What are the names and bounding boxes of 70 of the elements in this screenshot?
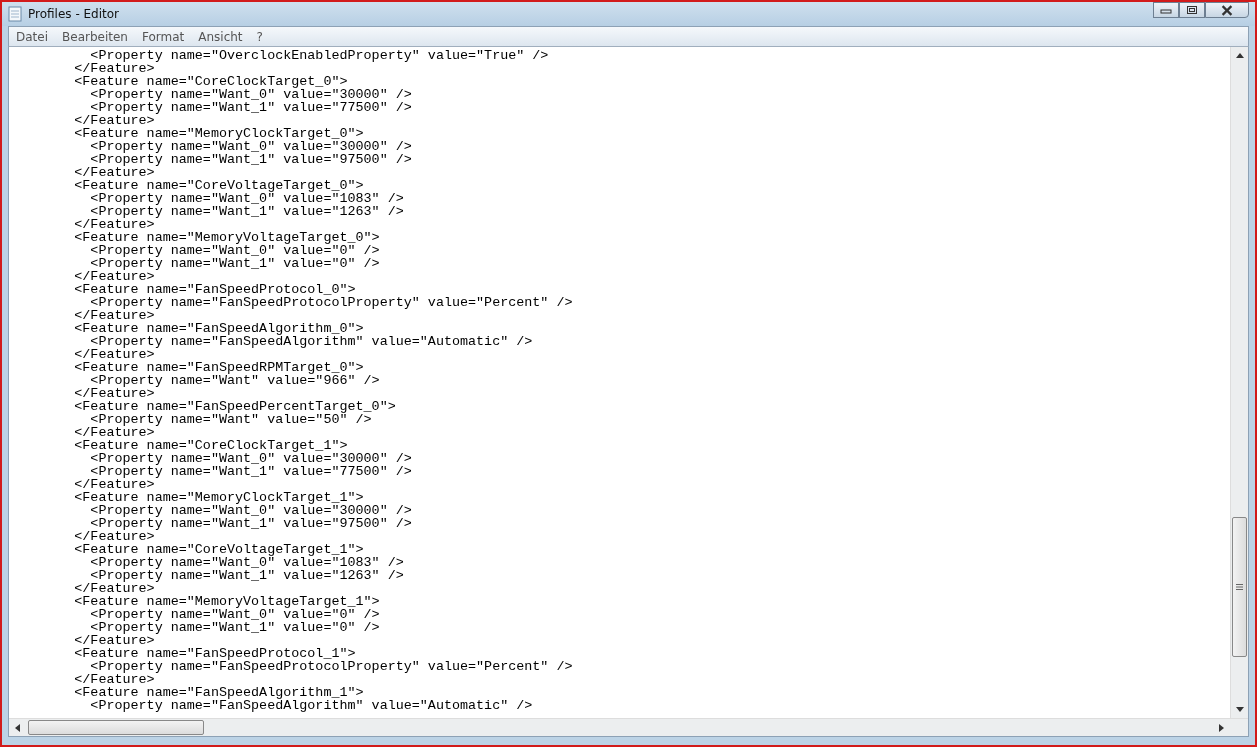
code-line: <Feature name="FanSpeedRPMTarget_0">: [73, 361, 364, 374]
code-line: <Property name="Want_0" value="1083" />: [89, 192, 404, 205]
code-line: <Feature name="MemoryClockTarget_0">: [73, 127, 364, 140]
menu-item[interactable]: Ansicht: [191, 29, 250, 44]
vertical-scrollbar[interactable]: [1230, 47, 1248, 718]
code-line: <Feature name="CoreVoltageTarget_1">: [73, 543, 364, 556]
menu-item[interactable]: ?: [249, 29, 270, 44]
code-line: <Property name="Want_0" value="30000" />: [89, 504, 412, 517]
code-line: </Feature>: [73, 309, 155, 322]
scroll-thumb[interactable]: [1232, 517, 1247, 657]
code-line: <Property name="Want_0" value="30000" />: [89, 88, 412, 101]
menu-item[interactable]: Datei: [9, 29, 55, 44]
code-line: <Feature name="MemoryClockTarget_1">: [73, 491, 364, 504]
code-line: </Feature>: [73, 387, 155, 400]
code-line: </Feature>: [73, 582, 155, 595]
code-line: <Feature name="FanSpeedProtocol_0">: [73, 283, 356, 296]
maximize-button[interactable]: [1179, 2, 1205, 18]
code-line: <Property name="Want_1" value="0" />: [90, 621, 380, 634]
minimize-button[interactable]: [1153, 2, 1179, 18]
code-line: <Property name="Want_1" value="0" />: [90, 257, 380, 270]
code-line: <Property name="Want_0" value="30000" />: [89, 140, 412, 153]
code-line: <Property name="Want_1" value="97500" />: [90, 153, 412, 166]
code-line: <Property name="FanSpeedProtocolProperty" value="Percent" />: [90, 296, 573, 309]
menu-item[interactable]: Format: [134, 29, 192, 44]
code-line: <Feature name="FanSpeedAlgorithm_0">: [73, 322, 364, 335]
code-line: <Property name="Want_0" value="0" />: [89, 244, 380, 257]
code-line: <Feature name="MemoryVoltageTarget_1">: [73, 595, 380, 608]
code-line: <Property name="Want" value="50" />: [90, 413, 372, 426]
code-line: </Feature>: [73, 673, 155, 686]
code-line: </Feature>: [73, 478, 155, 491]
code-line: <Property name="Want_0" value="0" />: [89, 608, 380, 621]
code-line: <Property name="Want_1" value="1263" />: [90, 569, 404, 582]
scroll-thumb[interactable]: [28, 720, 204, 735]
code-line: <Property name="Want_1" value="97500" />: [90, 517, 412, 530]
code-line: <Feature name="FanSpeedAlgorithm_1">: [73, 686, 364, 699]
code-line: <Property name="FanSpeedAlgorithm" value="Automatic" />: [90, 335, 533, 348]
code-line: </Feature>: [73, 166, 155, 179]
code-line: <Property name="FanSpeedProtocolProperty" value="Percent" />: [90, 660, 573, 673]
code-line: </Feature>: [73, 426, 155, 439]
code-line: <Property name="FanSpeedAlgorithm" value="Automatic" />: [89, 699, 533, 712]
code-line: <Property name="Want_1" value="1263" />: [90, 205, 404, 218]
code-line: <Property name="OverclockEnabledProperty" value="True" />: [90, 49, 549, 62]
maximize-icon: [1186, 5, 1198, 15]
code-line: </Feature>: [73, 634, 155, 647]
code-line: </Feature>: [73, 348, 155, 361]
code-line: <Feature name="CoreClockTarget_1">: [73, 439, 348, 452]
code-line: </Feature>: [73, 530, 155, 543]
horizontal-scrollbar[interactable]: [9, 719, 1230, 736]
resize-grip[interactable]: [1230, 719, 1248, 736]
grip-icon: [1236, 584, 1243, 590]
code-line: <Property name="Want_0" value="30000" />: [89, 452, 412, 465]
code-line: <Property name="Want_1" value="77500" />: [90, 465, 412, 478]
code-line: </Feature>: [73, 114, 155, 127]
close-icon: [1220, 4, 1234, 16]
code-line: <Property name="Want" value="966" />: [90, 374, 380, 387]
code-line: </Feature>: [73, 62, 155, 75]
code-line: <Feature name="CoreVoltageTarget_0">: [73, 179, 364, 192]
code-line: </Feature>: [73, 270, 155, 283]
menu-item[interactable]: Bearbeiten: [55, 29, 135, 44]
code-line: <Feature name="FanSpeedPercentTarget_0">: [73, 400, 396, 413]
minimize-icon: [1160, 6, 1172, 14]
window-title: Profiles - Editor: [28, 7, 120, 21]
close-button[interactable]: [1205, 2, 1249, 18]
code-line: <Feature name="CoreClockTarget_0">: [73, 75, 348, 88]
code-line: <Property name="Want_1" value="77500" />: [90, 101, 412, 114]
code-line: </Feature>: [73, 218, 155, 231]
code-line: <Feature name="MemoryVoltageTarget_0">: [73, 231, 380, 244]
code-line: <Property name="Want_0" value="1083" />: [89, 556, 404, 569]
notepad-icon: [8, 6, 22, 22]
code-line: <Feature name="FanSpeedProtocol_1">: [73, 647, 356, 660]
